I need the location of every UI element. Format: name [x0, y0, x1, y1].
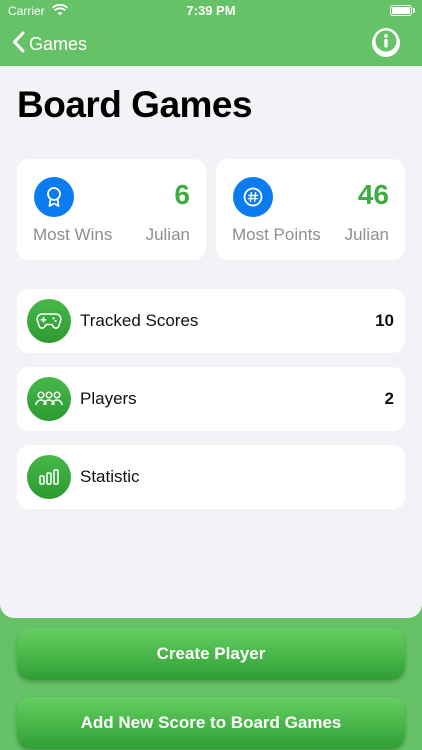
status-bar: Carrier 7:39 PM: [0, 0, 422, 22]
row-tracked-scores[interactable]: Tracked Scores 10: [17, 289, 405, 353]
row-players[interactable]: Players 2: [17, 367, 405, 431]
info-icon: [372, 27, 400, 60]
stat-card-most-points: 46 Most Points Julian: [216, 159, 405, 260]
ribbon-award-icon: [34, 177, 74, 217]
create-player-button[interactable]: Create Player: [17, 628, 405, 680]
row-statistic[interactable]: Statistic: [17, 445, 405, 509]
back-button-label: Games: [29, 33, 88, 54]
row-count: 10: [375, 311, 394, 330]
bar-chart-icon: [27, 455, 71, 499]
row-label: Statistic: [80, 467, 140, 486]
info-button[interactable]: [372, 27, 400, 60]
most-points-label: Most Points: [232, 225, 321, 244]
most-wins-player: Julian: [145, 225, 190, 244]
content-sheet: Board Games 6 Most Wins Julian 46 Most P…: [0, 66, 422, 618]
gamepad-icon: [27, 299, 71, 343]
row-label: Tracked Scores: [80, 311, 199, 330]
add-new-score-button[interactable]: Add New Score to Board Games: [17, 697, 405, 749]
page-title: Board Games: [17, 84, 253, 125]
row-count: 2: [384, 389, 394, 408]
chevron-left-icon: [12, 31, 25, 58]
most-points-value: 46: [357, 179, 389, 210]
stat-card-most-wins: 6 Most Wins Julian: [17, 159, 206, 260]
people-icon: [27, 377, 71, 421]
clock: 7:39 PM: [186, 3, 236, 18]
battery-icon: [390, 5, 412, 16]
back-button[interactable]: Games: [12, 31, 87, 57]
row-label: Players: [80, 389, 137, 408]
number-sign-icon: [233, 177, 273, 217]
most-wins-label: Most Wins: [33, 225, 113, 244]
most-wins-value: 6: [174, 179, 190, 210]
most-points-player: Julian: [344, 225, 389, 244]
navigation-bar: Games: [0, 22, 422, 66]
